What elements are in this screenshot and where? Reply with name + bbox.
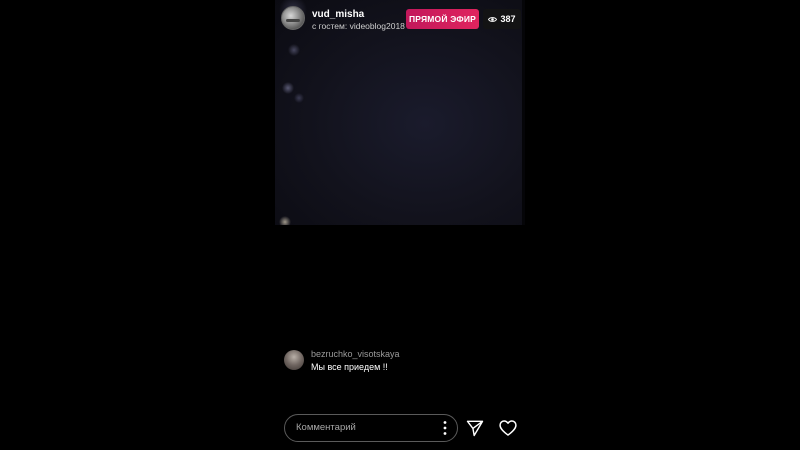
send-icon[interactable] [465, 418, 485, 438]
viewer-count: 387 [500, 14, 516, 24]
live-stream-view: vud_misha с гостем: videoblog2018 ПРЯМОЙ… [275, 0, 525, 450]
commenter-avatar[interactable] [284, 350, 304, 370]
guest-label: с гостем: videoblog2018 [312, 21, 405, 31]
heart-icon[interactable] [498, 418, 518, 438]
comment-placeholder: Комментарий [296, 422, 356, 433]
comment-username[interactable]: bezruchko_visotskaya [311, 349, 400, 359]
host-avatar[interactable] [281, 6, 305, 30]
stream-header: vud_misha с гостем: videoblog2018 ПРЯМОЙ… [275, 0, 525, 36]
comment-input[interactable]: Комментарий [284, 414, 458, 442]
comment-item: bezruchko_visotskaya Мы все приедем !! [284, 349, 519, 375]
more-icon[interactable] [443, 420, 447, 436]
live-badge: ПРЯМОЙ ЭФИР [406, 9, 479, 29]
viewer-count-badge[interactable]: 387 [483, 9, 521, 29]
comment-text: Мы все приедем !! [311, 362, 388, 372]
host-username[interactable]: vud_misha [312, 9, 364, 20]
eye-icon [488, 16, 498, 22]
